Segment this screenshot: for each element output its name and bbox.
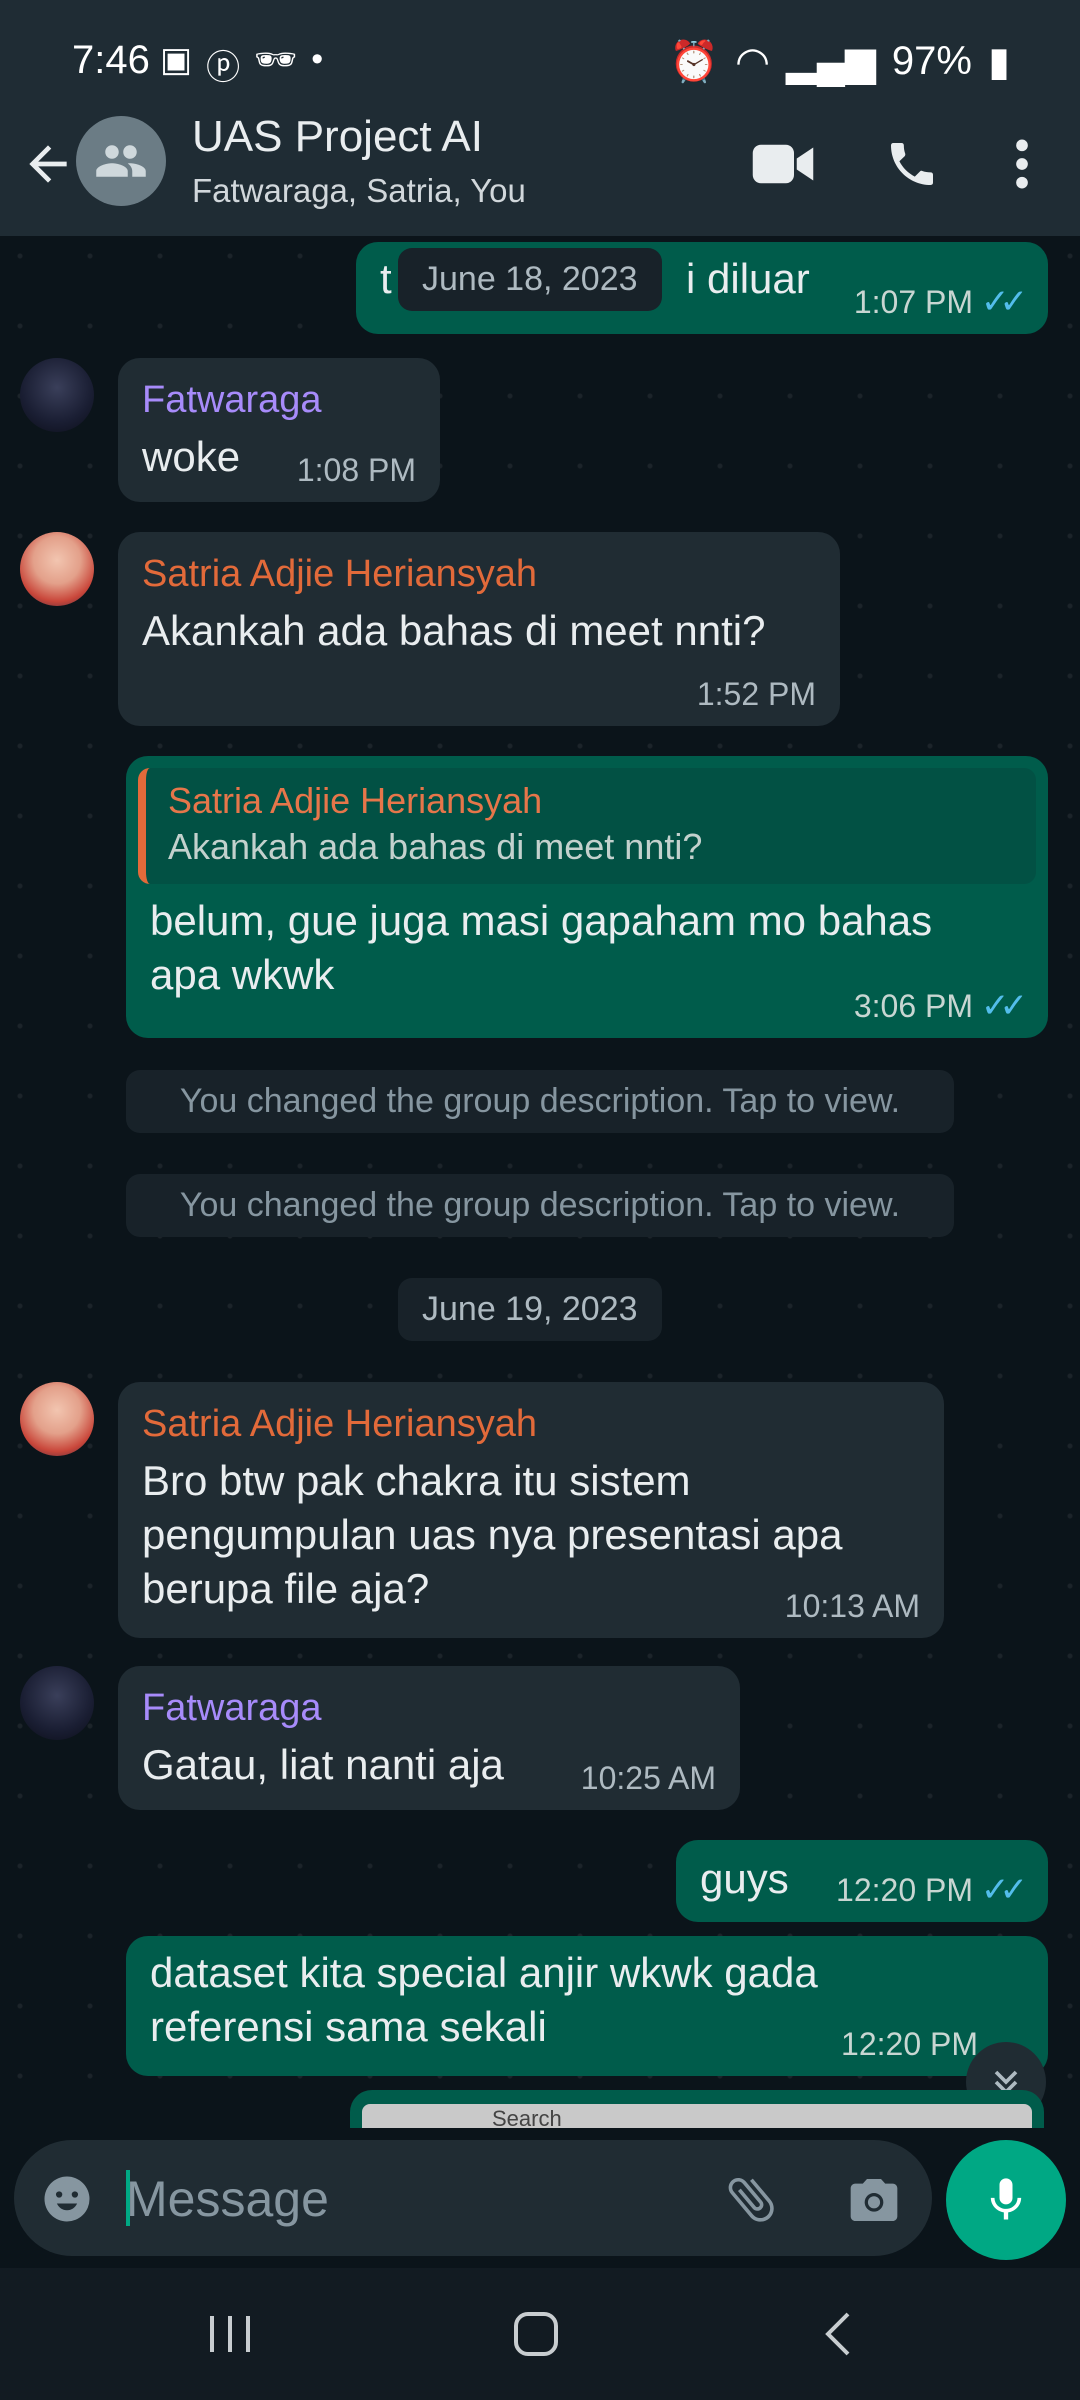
message-time: 1:52 PM [696, 676, 816, 712]
alarm-icon: ⏰ [669, 40, 720, 84]
message-time: 1:07 PM ✓✓ [853, 283, 1028, 321]
home-icon[interactable] [512, 2310, 560, 2358]
recent-apps-icon[interactable] [206, 2312, 256, 2356]
image-thumbnail: Search [362, 2104, 1032, 2130]
back-arrow-icon[interactable] [20, 136, 76, 192]
message-text: guys [700, 1855, 789, 1902]
message-outgoing[interactable]: dataset kita special anjir wkwk gada ref… [126, 1936, 1048, 2076]
chat-title[interactable]: UAS Project AI [192, 112, 483, 162]
message-time: 10:13 AM [784, 1588, 920, 1624]
system-message[interactable]: You changed the group description. Tap t… [126, 1070, 954, 1133]
message-time: 12:20 PM [841, 2026, 978, 2062]
avatar-satria[interactable] [20, 532, 94, 606]
message-text: Akankah ada bahas di meet nnti? [142, 607, 766, 654]
status-right: ⏰ ◠ ▂▄▆ 97% ▮ [669, 38, 1010, 85]
attach-icon[interactable] [722, 2170, 780, 2228]
microphone-icon [990, 2178, 1022, 2220]
image-message-preview[interactable]: Search [350, 2090, 1044, 2130]
read-ticks-icon: ✓✓ [981, 1871, 1028, 1909]
message-incoming[interactable]: Fatwaraga Gatau, liat nanti aja 10:25 AM [118, 1666, 740, 1810]
notification-icons: ▣ ⓟ 🕶 • [160, 40, 323, 89]
message-input[interactable]: Message [14, 2140, 932, 2256]
voice-message-button[interactable] [946, 2140, 1066, 2260]
dot-icon: • [311, 40, 324, 78]
pinterest-icon: ⓟ [206, 49, 241, 87]
message-list[interactable]: t i diluar 1:07 PM ✓✓ June 18, 2023 Fatwa… [0, 236, 1080, 2128]
message-incoming[interactable]: Satria Adjie Heriansyah Bro btw pak chak… [118, 1382, 944, 1638]
incognito-icon: 🕶 [254, 41, 298, 79]
sender-name: Satria Adjie Heriansyah [142, 1403, 537, 1445]
message-text-right: i diluar [686, 255, 810, 302]
more-options-icon[interactable] [1010, 136, 1034, 192]
message-text-left: t [380, 255, 392, 302]
date-pill: June 19, 2023 [398, 1278, 662, 1341]
composer: Message [0, 2128, 1080, 2268]
voice-call-icon[interactable] [884, 136, 940, 192]
message-incoming[interactable]: Satria Adjie Heriansyah Akankah ada baha… [118, 532, 840, 726]
avatar-fatwaraga[interactable] [20, 358, 94, 432]
message-time: 12:20 PM ✓✓ [836, 1871, 1028, 1909]
chat-subtitle[interactable]: Fatwaraga, Satria, You [192, 172, 526, 210]
message-text: belum, gue juga masi gapaham mo bahas ap… [150, 897, 933, 998]
message-time: 3:06 PM ✓✓ [853, 987, 1028, 1025]
time-text: 12:20 PM [836, 1872, 974, 1908]
wifi-icon: ◠ [735, 39, 771, 84]
avatar-fatwaraga[interactable] [20, 1666, 94, 1740]
sender-name: Satria Adjie Heriansyah [142, 553, 537, 595]
message-time: 10:25 AM [580, 1760, 716, 1796]
message-time: 1:08 PM [296, 452, 416, 488]
group-avatar[interactable] [76, 116, 166, 206]
camera-icon[interactable] [846, 2172, 902, 2228]
back-nav-icon[interactable] [820, 2310, 856, 2358]
emoji-icon[interactable] [40, 2172, 94, 2226]
message-outgoing-reply[interactable]: Satria Adjie Heriansyah Akankah ada baha… [126, 756, 1048, 1038]
system-message[interactable]: You changed the group description. Tap t… [126, 1174, 954, 1237]
sender-name: Fatwaraga [142, 1687, 322, 1729]
read-ticks-icon: ✓✓ [981, 987, 1028, 1025]
message-outgoing[interactable]: guys 12:20 PM ✓✓ [676, 1840, 1048, 1922]
message-placeholder: Message [126, 2171, 329, 2227]
message-incoming[interactable]: Fatwaraga woke 1:08 PM [118, 358, 440, 502]
read-ticks-icon: ✓✓ [981, 283, 1028, 321]
quoted-message[interactable]: Satria Adjie Heriansyah Akankah ada baha… [138, 768, 1036, 884]
time-text: 1:07 PM [853, 284, 974, 320]
time-text: 3:06 PM [853, 988, 974, 1024]
date-pill: June 18, 2023 [398, 248, 662, 311]
system-nav-bar [0, 2268, 1080, 2400]
group-icon [96, 145, 146, 177]
status-time: 7:46 [72, 38, 150, 82]
sender-name: Fatwaraga [142, 379, 322, 421]
avatar-satria[interactable] [20, 1382, 94, 1456]
gallery-icon: ▣ [160, 41, 193, 79]
chat-header: UAS Project AI Fatwaraga, Satria, You [0, 100, 1080, 236]
battery-text: 97% [891, 39, 972, 83]
signal-icon: ▂▄▆ [786, 39, 876, 84]
preview-search-text: Search [492, 2106, 562, 2130]
quoted-sender: Satria Adjie Heriansyah [168, 780, 543, 821]
quoted-text: Akankah ada bahas di meet nnti? [168, 826, 703, 867]
battery-icon: ▮ [987, 39, 1010, 84]
video-call-icon[interactable] [750, 136, 816, 192]
